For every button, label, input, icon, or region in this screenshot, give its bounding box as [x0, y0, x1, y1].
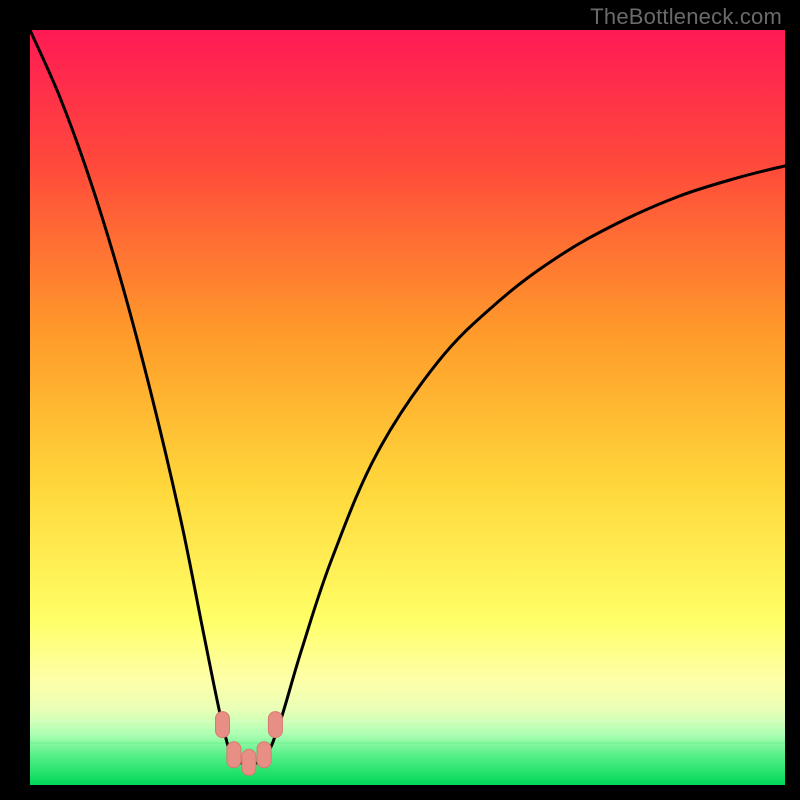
- curve-marker: [257, 742, 271, 768]
- curve-marker: [216, 712, 230, 738]
- plot-area: [30, 30, 785, 785]
- curve-marker: [268, 712, 282, 738]
- curve-marker: [242, 749, 256, 775]
- watermark-text: TheBottleneck.com: [590, 4, 782, 30]
- chart-stage: TheBottleneck.com: [0, 0, 800, 800]
- curve-marker: [227, 742, 241, 768]
- bottleneck-curve: [30, 30, 785, 785]
